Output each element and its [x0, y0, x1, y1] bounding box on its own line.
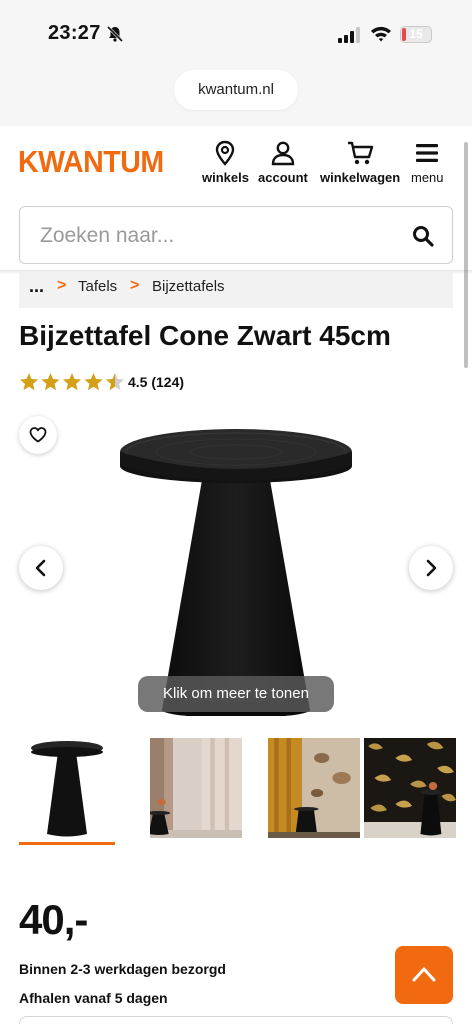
price: 40,- [19, 896, 88, 943]
battery-indicator: 15 [400, 26, 432, 43]
carousel-next-button[interactable] [409, 546, 453, 590]
star-icon [84, 373, 103, 391]
wifi-icon [371, 26, 391, 42]
wallpaper-thumb[interactable] [364, 738, 456, 838]
url-bar[interactable]: kwantum.nl [174, 70, 298, 110]
breadcrumb-tafels[interactable]: Tafels [78, 278, 117, 295]
chevron-right-icon: > [57, 277, 67, 294]
ochre-curtain-thumb[interactable] [268, 738, 360, 838]
rating-stars [19, 373, 125, 391]
delivery-info: Binnen 2-3 werkdagen bezorgd [19, 961, 226, 977]
kwantum-logo[interactable]: KWANTUM [18, 144, 164, 180]
breadcrumb-bijzettafels[interactable]: Bijzettafels [152, 278, 225, 295]
star-icon [19, 373, 39, 391]
search-icon[interactable] [412, 225, 434, 247]
nav-label: winkelwagen [320, 170, 401, 185]
signal-icon [338, 27, 360, 43]
nav-winkelwagen[interactable]: winkelwagen [320, 140, 400, 185]
nav-label: winkels [202, 170, 249, 185]
scrollbar[interactable] [464, 142, 468, 368]
scroll-to-top-button[interactable] [395, 946, 453, 1004]
product-image-carousel[interactable]: Klik om meer te tonen [0, 404, 472, 730]
rating-text: 4.5 (124) [128, 374, 185, 390]
product-title: Bijzettafel Cone Zwart 45cm [19, 320, 391, 351]
chevron-up-icon [412, 967, 436, 982]
nav-menu[interactable]: menu [411, 140, 444, 185]
favorite-button[interactable] [19, 416, 57, 454]
nav-winkels[interactable]: winkels [202, 140, 249, 185]
status-time: 23:27 [48, 22, 101, 44]
user-icon [271, 141, 295, 166]
heart-icon [29, 427, 47, 443]
star-icon [105, 373, 125, 391]
show-more-button[interactable]: Klik om meer te tonen [138, 676, 334, 712]
pickup-info: Afhalen vanaf 5 dagen [19, 990, 168, 1006]
nav-label: menu [411, 170, 444, 185]
location-pin-icon [216, 140, 235, 166]
nav-label: account [258, 170, 308, 185]
breadcrumb: ... > Tafels > Bijzettafels [19, 272, 453, 308]
bottom-card [19, 1016, 453, 1024]
status-bar: 23:27 15 [0, 0, 472, 64]
star-icon [62, 373, 82, 391]
bell-muted-icon [106, 25, 124, 43]
search-placeholder: Zoeken naar... [40, 224, 175, 247]
cart-icon [348, 141, 374, 165]
chevron-right-icon: > [130, 277, 140, 294]
chevron-left-icon [35, 559, 46, 577]
breadcrumb-ellipsis[interactable]: ... [29, 276, 44, 297]
battery-level: 15 [409, 27, 423, 41]
product-image-side-table [120, 429, 352, 716]
selected-thumb-indicator [19, 842, 115, 845]
hamburger-icon [416, 144, 439, 162]
carousel-prev-button[interactable] [19, 546, 63, 590]
chevron-right-icon [426, 559, 437, 577]
star-icon [41, 373, 60, 391]
nav-account[interactable]: account [258, 140, 308, 185]
thumbnail-strip [0, 738, 472, 848]
search-input[interactable]: Zoeken naar... [19, 206, 453, 264]
product-thumb[interactable] [21, 738, 113, 838]
browser-url-area: kwantum.nl [0, 64, 472, 126]
curtain-room-thumb[interactable] [150, 738, 242, 838]
site-header: KWANTUM winkels account winkelwagen menu [0, 126, 472, 206]
